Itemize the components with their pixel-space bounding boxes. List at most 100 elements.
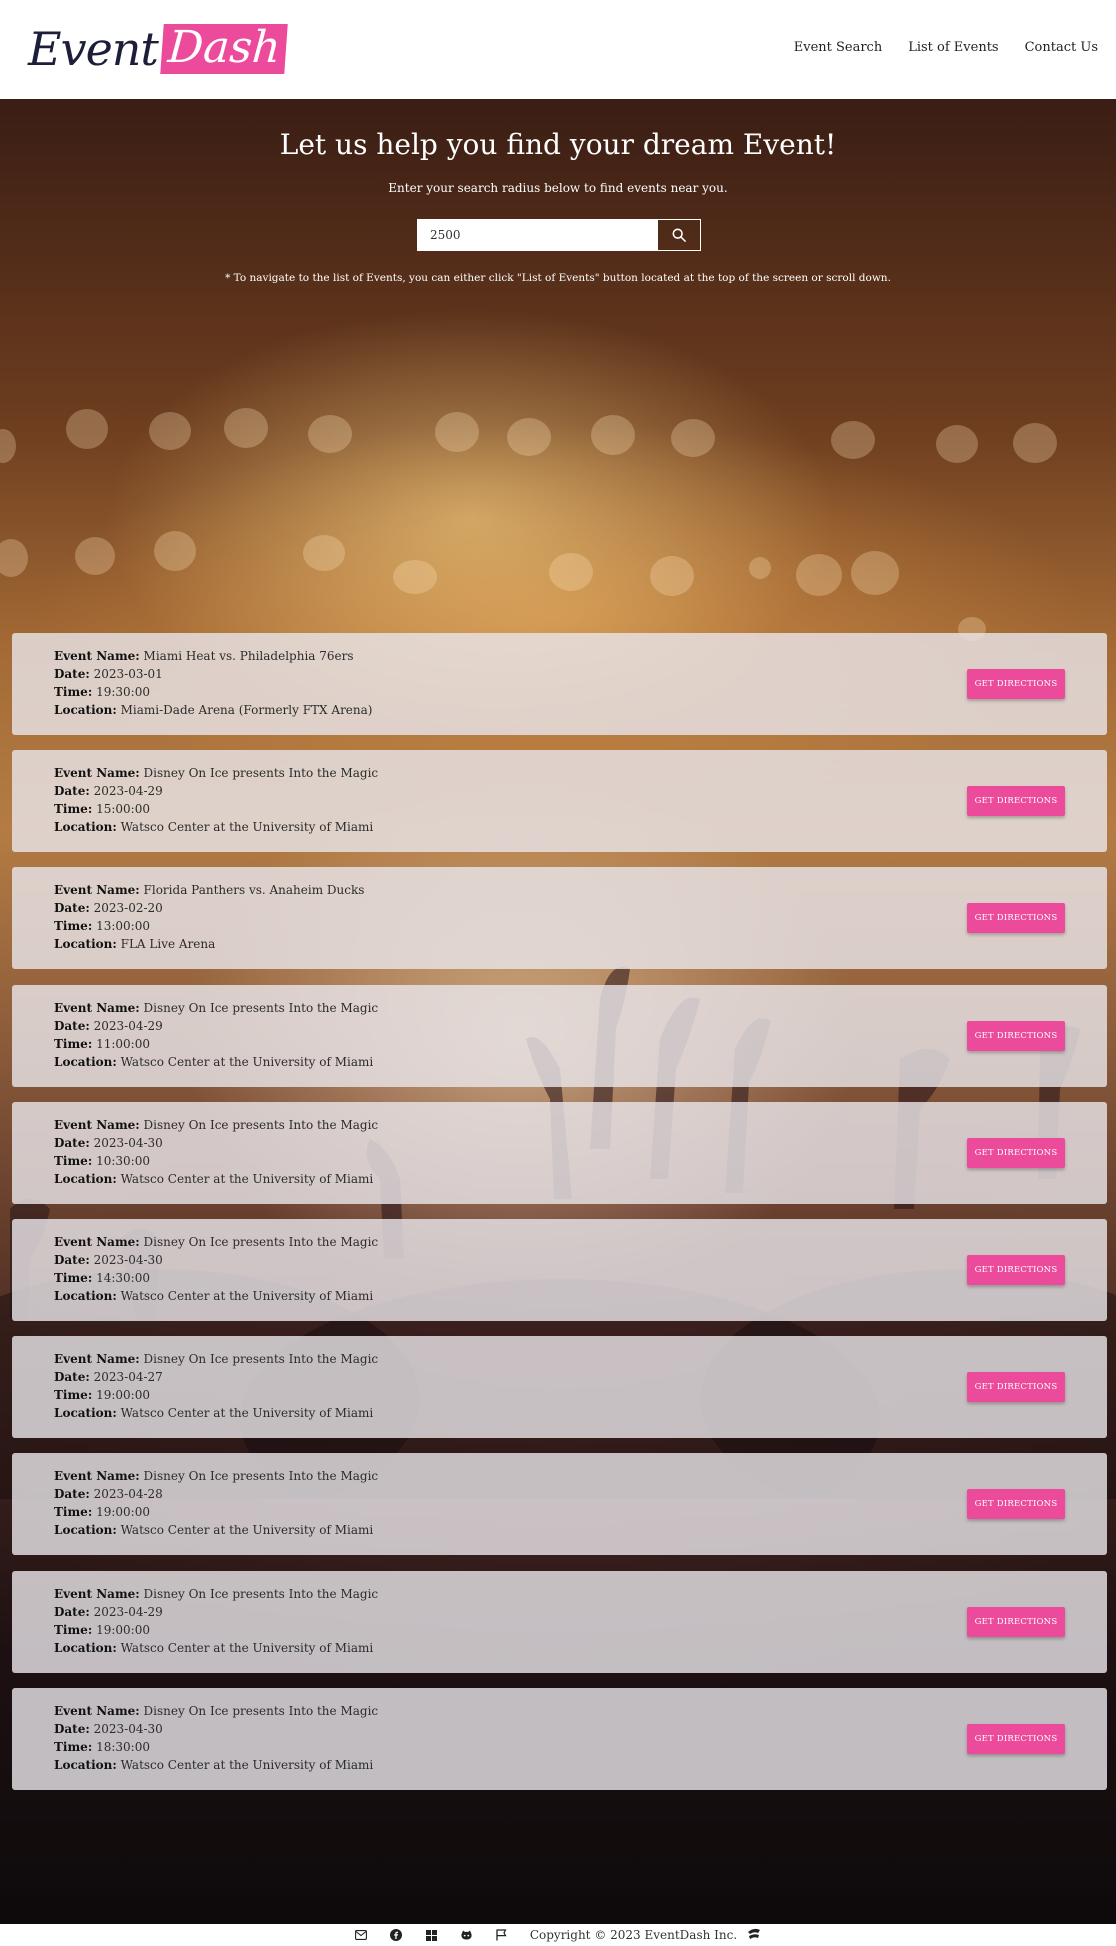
flag-icon[interactable] bbox=[495, 1929, 508, 1942]
search-button[interactable] bbox=[657, 219, 701, 251]
stage-light bbox=[936, 425, 978, 463]
event-date-row: Date: 2023-04-30 bbox=[54, 1720, 378, 1738]
event-details: Event Name: Disney On Ice presents Into … bbox=[54, 1585, 378, 1657]
event-location-value: Watsco Center at the University of Miami bbox=[120, 1289, 374, 1303]
event-time-row: Time: 19:30:00 bbox=[54, 683, 372, 701]
event-name-value: Disney On Ice presents Into the Magic bbox=[143, 1704, 379, 1718]
event-details: Event Name: Disney On Ice presents Into … bbox=[54, 1467, 378, 1539]
hero-subtitle: Enter your search radius below to find e… bbox=[388, 181, 728, 195]
event-time-value: 19:30:00 bbox=[96, 685, 150, 699]
event-location-row: Location: Miami-Dade Arena (Formerly FTX… bbox=[54, 701, 372, 719]
event-name-label: Event Name: bbox=[54, 883, 140, 897]
event-name-value: Disney On Ice presents Into the Magic bbox=[143, 1587, 379, 1601]
nav-links: Event Search List of Events Contact Us bbox=[794, 40, 1098, 55]
stage-light bbox=[303, 535, 345, 571]
mail-icon[interactable] bbox=[355, 1929, 368, 1942]
get-directions-button[interactable]: GET DIRECTIONS bbox=[967, 1607, 1065, 1637]
stage-light bbox=[650, 556, 694, 596]
event-name-value: Disney On Ice presents Into the Magic bbox=[143, 1001, 379, 1015]
event-date-label: Date: bbox=[54, 667, 90, 681]
event-time-row: Time: 10:30:00 bbox=[54, 1152, 378, 1170]
get-directions-button[interactable]: GET DIRECTIONS bbox=[967, 1138, 1065, 1168]
event-details: Event Name: Disney On Ice presents Into … bbox=[54, 1350, 378, 1422]
get-directions-button[interactable]: GET DIRECTIONS bbox=[967, 1372, 1065, 1402]
event-time-value: 11:00:00 bbox=[96, 1037, 150, 1051]
stage-light bbox=[224, 408, 268, 448]
windows-icon[interactable] bbox=[425, 1929, 438, 1942]
get-directions-button[interactable]: GET DIRECTIONS bbox=[967, 669, 1065, 699]
event-location-label: Location: bbox=[54, 703, 117, 717]
event-date-value: 2023-04-28 bbox=[93, 1487, 163, 1501]
event-date-label: Date: bbox=[54, 1487, 90, 1501]
github-icon[interactable] bbox=[460, 1929, 473, 1942]
stage-light bbox=[149, 412, 191, 450]
event-name-value: Disney On Ice presents Into the Magic bbox=[143, 1352, 379, 1366]
event-time-label: Time: bbox=[54, 802, 93, 816]
stage-light bbox=[796, 554, 842, 596]
event-location-label: Location: bbox=[54, 1758, 117, 1772]
event-date-label: Date: bbox=[54, 1253, 90, 1267]
event-time-row: Time: 19:00:00 bbox=[54, 1386, 378, 1404]
event-card: Event Name: Florida Panthers vs. Anaheim… bbox=[12, 867, 1107, 969]
event-time-value: 19:00:00 bbox=[96, 1623, 150, 1637]
event-location-value: FLA Live Arena bbox=[120, 937, 216, 951]
search-radius-input[interactable] bbox=[417, 219, 657, 251]
event-name-row: Event Name: Disney On Ice presents Into … bbox=[54, 1467, 378, 1485]
event-name-row: Event Name: Disney On Ice presents Into … bbox=[54, 1702, 378, 1720]
event-name-row: Event Name: Disney On Ice presents Into … bbox=[54, 1585, 378, 1603]
event-card: Event Name: Disney On Ice presents Into … bbox=[12, 1453, 1107, 1555]
stage-light bbox=[1013, 423, 1057, 463]
event-details: Event Name: Disney On Ice presents Into … bbox=[54, 999, 378, 1071]
navigation-note: * To navigate to the list of Events, you… bbox=[225, 272, 891, 284]
event-date-value: 2023-04-30 bbox=[93, 1136, 163, 1150]
stage-light bbox=[749, 557, 771, 579]
event-date-row: Date: 2023-04-29 bbox=[54, 782, 378, 800]
stage-light bbox=[549, 553, 593, 591]
get-directions-button[interactable]: GET DIRECTIONS bbox=[967, 903, 1065, 933]
get-directions-button[interactable]: GET DIRECTIONS bbox=[967, 1489, 1065, 1519]
event-details: Event Name: Disney On Ice presents Into … bbox=[54, 764, 378, 836]
event-location-value: Watsco Center at the University of Miami bbox=[120, 1641, 374, 1655]
event-card: Event Name: Disney On Ice presents Into … bbox=[12, 1336, 1107, 1438]
radius-search-form bbox=[417, 219, 701, 251]
event-location-row: Location: Watsco Center at the Universit… bbox=[54, 1170, 378, 1188]
event-name-row: Event Name: Disney On Ice presents Into … bbox=[54, 999, 378, 1017]
event-date-row: Date: 2023-03-01 bbox=[54, 665, 372, 683]
facebook-icon[interactable] bbox=[390, 1929, 403, 1942]
event-name-label: Event Name: bbox=[54, 766, 140, 780]
event-details: Event Name: Disney On Ice presents Into … bbox=[54, 1116, 378, 1188]
event-time-label: Time: bbox=[54, 1740, 93, 1754]
event-time-label: Time: bbox=[54, 1388, 93, 1402]
event-date-label: Date: bbox=[54, 1605, 90, 1619]
get-directions-button[interactable]: GET DIRECTIONS bbox=[967, 1724, 1065, 1754]
stage-light bbox=[671, 419, 715, 457]
event-name-row: Event Name: Disney On Ice presents Into … bbox=[54, 764, 378, 782]
nav-list-of-events[interactable]: List of Events bbox=[908, 40, 998, 55]
event-time-label: Time: bbox=[54, 685, 93, 699]
event-date-row: Date: 2023-04-29 bbox=[54, 1603, 378, 1621]
get-directions-button[interactable]: GET DIRECTIONS bbox=[967, 1021, 1065, 1051]
event-location-label: Location: bbox=[54, 1406, 117, 1420]
stage-light bbox=[154, 531, 196, 571]
get-directions-button[interactable]: GET DIRECTIONS bbox=[967, 1255, 1065, 1285]
event-time-row: Time: 19:00:00 bbox=[54, 1621, 378, 1639]
event-name-value: Disney On Ice presents Into the Magic bbox=[143, 1469, 379, 1483]
event-time-label: Time: bbox=[54, 1037, 93, 1051]
nav-contact-us[interactable]: Contact Us bbox=[1025, 40, 1098, 55]
stage-light bbox=[851, 551, 899, 595]
event-name-label: Event Name: bbox=[54, 1352, 140, 1366]
event-date-value: 2023-03-01 bbox=[93, 667, 163, 681]
event-time-value: 15:00:00 bbox=[96, 802, 150, 816]
event-time-value: 18:30:00 bbox=[96, 1740, 150, 1754]
event-name-value: Miami Heat vs. Philadelphia 76ers bbox=[143, 649, 354, 663]
event-time-value: 19:00:00 bbox=[96, 1505, 150, 1519]
event-date-row: Date: 2023-02-20 bbox=[54, 899, 364, 917]
get-directions-button[interactable]: GET DIRECTIONS bbox=[967, 786, 1065, 816]
brand-logo[interactable]: Event Dash bbox=[28, 20, 289, 78]
event-location-label: Location: bbox=[54, 1641, 117, 1655]
event-details: Event Name: Disney On Ice presents Into … bbox=[54, 1702, 378, 1774]
nav-event-search[interactable]: Event Search bbox=[794, 40, 882, 55]
stage-light bbox=[308, 415, 352, 453]
event-location-value: Watsco Center at the University of Miami bbox=[120, 1172, 374, 1186]
event-location-row: Location: Watsco Center at the Universit… bbox=[54, 1521, 378, 1539]
